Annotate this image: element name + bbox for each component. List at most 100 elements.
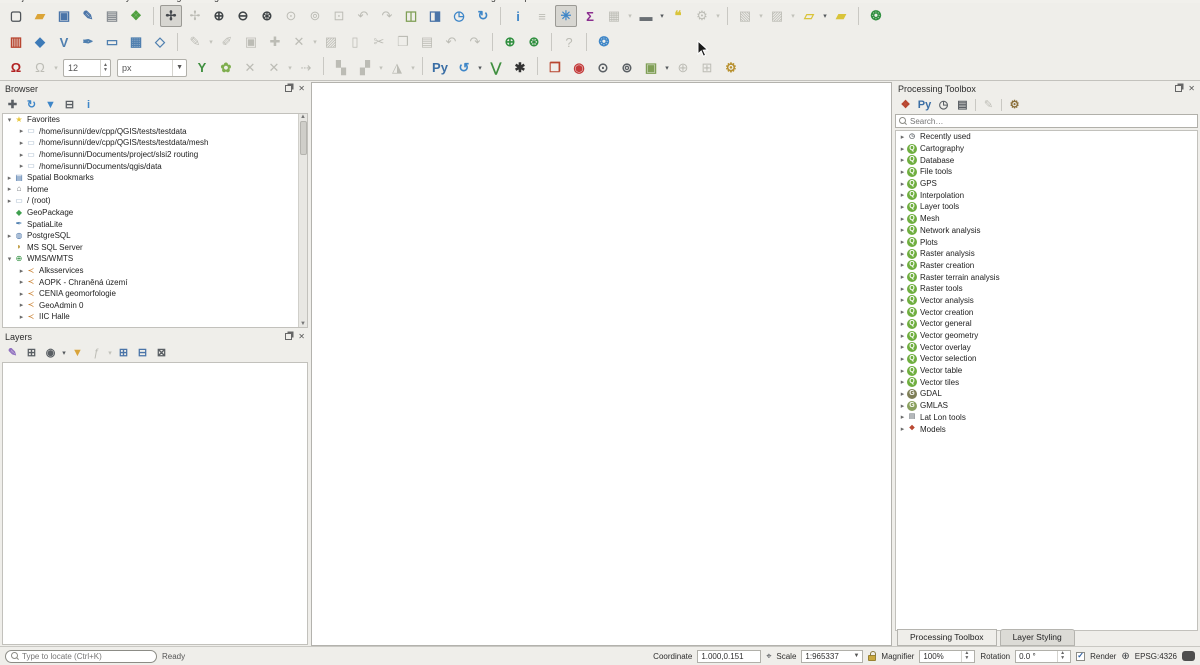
spinner-arrows-icon[interactable]: ▲▼ xyxy=(1057,651,1067,662)
new-spatialite-layer-icon[interactable]: ✒ xyxy=(77,31,99,53)
expander-icon[interactable]: ▸ xyxy=(17,267,26,275)
expander-icon[interactable]: ▸ xyxy=(898,203,907,211)
vertex-tool-active-layer-icon[interactable]: ✕ xyxy=(263,57,285,79)
zoom-native-icon[interactable]: ⊡ xyxy=(328,5,350,27)
expander-icon[interactable]: ▸ xyxy=(17,278,26,286)
processing-search-input[interactable] xyxy=(910,117,1194,126)
processing-provider-models[interactable]: ▸ ❖ Models xyxy=(896,423,1197,435)
history-icon[interactable]: ◷ xyxy=(935,97,952,112)
cut-features-icon[interactable]: ✂ xyxy=(368,31,390,53)
plugin-tool-icon[interactable]: ⋁ xyxy=(485,57,507,79)
collapse-all-layers-icon[interactable]: ⊟ xyxy=(134,345,151,360)
menu-item[interactable]: Settings xyxy=(153,0,186,2)
menu-item[interactable]: Database xyxy=(328,0,367,2)
extents-toggle-icon[interactable]: ⌖ xyxy=(766,651,771,662)
expander-icon[interactable]: ▸ xyxy=(898,215,907,223)
data-source-manager-icon[interactable]: ▥ xyxy=(5,31,27,53)
dropdown-arrow-icon[interactable]: ▾ xyxy=(757,5,765,27)
save-edits-icon[interactable]: ▣ xyxy=(240,31,262,53)
spinner-arrows-icon[interactable]: ▲▼ xyxy=(100,60,110,76)
processing-group[interactable]: ▸ Q Vector creation xyxy=(896,306,1197,318)
expander-icon[interactable]: ▸ xyxy=(898,156,907,164)
redo-icon[interactable]: ↷ xyxy=(464,31,486,53)
show-bookmarks-icon[interactable]: ⊚ xyxy=(616,57,638,79)
menu-item[interactable]: Raster xyxy=(286,0,313,2)
crs-label[interactable]: EPSG:4326 xyxy=(1135,652,1177,661)
style-manager-icon[interactable]: ❖ xyxy=(125,5,147,27)
results-viewer-icon[interactable]: ▤ xyxy=(954,97,971,112)
pan-to-selection-icon[interactable]: ✢ xyxy=(184,5,206,27)
reload-plugins-icon[interactable]: ↺ xyxy=(453,57,475,79)
browser-item-postgresql[interactable]: ▸ ◍ PostgreSQL xyxy=(3,230,307,242)
enable-tracing-icon[interactable]: Y xyxy=(191,57,213,79)
menu-item[interactable]: Plugins xyxy=(201,0,231,2)
open-attribute-table-icon[interactable]: ≡ xyxy=(531,5,553,27)
expander-icon[interactable]: ▸ xyxy=(898,180,907,188)
pan-map-icon[interactable]: ✢ xyxy=(160,5,182,27)
browser-scrollbar[interactable]: ▲ ▼ xyxy=(298,114,307,327)
menu-item[interactable]: Web xyxy=(381,0,399,2)
browser-item-wms[interactable]: ▾ ⊕ WMS/WMTS xyxy=(3,253,307,265)
browser-item-wms-connection[interactable]: ▸ ≺ CENIA geomorfologie xyxy=(3,288,307,300)
properties-widget-icon[interactable]: i xyxy=(80,97,97,112)
expander-icon[interactable]: ▸ xyxy=(898,355,907,363)
open-project-icon[interactable]: ▰ xyxy=(29,5,51,27)
processing-group[interactable]: ▸ Q Vector analysis xyxy=(896,295,1197,307)
trim-extend-icon[interactable]: ⇢ xyxy=(295,57,317,79)
new-print-layout-icon[interactable]: ▤ xyxy=(101,5,123,27)
enable-snapping-icon[interactable]: Ω xyxy=(5,57,27,79)
dropdown-arrow-icon[interactable]: ▾ xyxy=(409,57,417,79)
browser-item-home[interactable]: ▸ ⌂ Home xyxy=(3,184,307,196)
processing-group[interactable]: ▸ Q Cartography xyxy=(896,143,1197,155)
processing-group[interactable]: ▸ Q Plots xyxy=(896,236,1197,248)
temporal-controller-icon[interactable]: ◷ xyxy=(448,5,470,27)
expander-icon[interactable]: ▸ xyxy=(898,378,907,386)
browser-item-favorite-path[interactable]: ▸ ▭ /home/isunni/Documents/project/slsi2… xyxy=(3,149,307,161)
messages-icon[interactable] xyxy=(1182,651,1195,661)
expander-icon[interactable]: ▸ xyxy=(898,390,907,398)
coordinate-capture-icon[interactable]: ⊞ xyxy=(696,57,718,79)
add-wms-layer-icon[interactable]: ⊕ xyxy=(499,31,521,53)
processing-group[interactable]: ▸ Q Raster creation xyxy=(896,260,1197,272)
new-temporary-scratch-layer-icon[interactable]: ▭ xyxy=(101,31,123,53)
browser-item-favorite-path[interactable]: ▸ ▭ /home/isunni/dev/cpp/QGIS/tests/test… xyxy=(3,126,307,138)
tab-processing-toolbox[interactable]: Processing Toolbox xyxy=(897,629,997,646)
menu-item[interactable]: Mesh xyxy=(414,0,436,2)
paste-features-icon[interactable]: ▤ xyxy=(416,31,438,53)
processing-options-icon[interactable]: ⚙ xyxy=(1006,97,1023,112)
mesh-select-icon[interactable]: ◮ xyxy=(386,57,408,79)
snapping-intersection-icon[interactable]: ✿ xyxy=(215,57,237,79)
zoom-to-layer-icon[interactable]: ⊚ xyxy=(304,5,326,27)
browser-item-wms-connection[interactable]: ▸ ≺ AOPK - Chraněná území xyxy=(3,276,307,288)
python-scripts-icon[interactable]: Py xyxy=(916,97,933,112)
zoom-to-bookmark-icon[interactable]: ⊙ xyxy=(592,57,614,79)
dropdown-arrow-icon[interactable]: ▾ xyxy=(663,57,671,79)
float-panel-icon[interactable] xyxy=(285,85,292,92)
select-features-icon[interactable]: ▧ xyxy=(734,5,756,27)
toggle-editing-icon[interactable]: ✐ xyxy=(216,31,238,53)
zoom-in-icon[interactable]: ⊕ xyxy=(208,5,230,27)
dropdown-arrow-icon[interactable]: ▾ xyxy=(311,31,319,53)
processing-provider-latlon[interactable]: ▸ ▤ Lat Lon tools xyxy=(896,412,1197,424)
text-annotation-icon[interactable]: ▱ xyxy=(798,5,820,27)
expander-icon[interactable]: ▸ xyxy=(17,301,26,309)
expander-icon[interactable]: ▸ xyxy=(17,151,26,159)
menu-item[interactable]: Vector xyxy=(245,0,271,2)
new-geopackage-layer-icon[interactable]: ◆ xyxy=(29,31,51,53)
processing-group[interactable]: ▸ Q Raster analysis xyxy=(896,248,1197,260)
vertex-tool-all-layers-icon[interactable]: ✕ xyxy=(239,57,261,79)
menu-item[interactable]: Project xyxy=(8,0,36,2)
expander-icon[interactable]: ▸ xyxy=(898,413,907,421)
dropdown-arrow-icon[interactable]: ▾ xyxy=(789,5,797,27)
world-map-icon[interactable]: ⊕ xyxy=(672,57,694,79)
processing-toolbox-toggle-icon[interactable]: ✳ xyxy=(555,5,577,27)
expander-icon[interactable]: ▸ xyxy=(5,185,14,193)
new-shapefile-layer-icon[interactable]: V xyxy=(53,31,75,53)
undo-icon[interactable]: ↶ xyxy=(440,31,462,53)
lock-scale-icon[interactable] xyxy=(868,655,876,661)
add-feature-icon[interactable]: ✚ xyxy=(264,31,286,53)
rotation-spinner[interactable]: 0.0 ° ▲▼ xyxy=(1015,650,1071,663)
copy-features-icon[interactable]: ❐ xyxy=(392,31,414,53)
help-icon[interactable]: ? xyxy=(558,31,580,53)
new-spatial-bookmark-icon[interactable]: ◉ xyxy=(568,57,590,79)
